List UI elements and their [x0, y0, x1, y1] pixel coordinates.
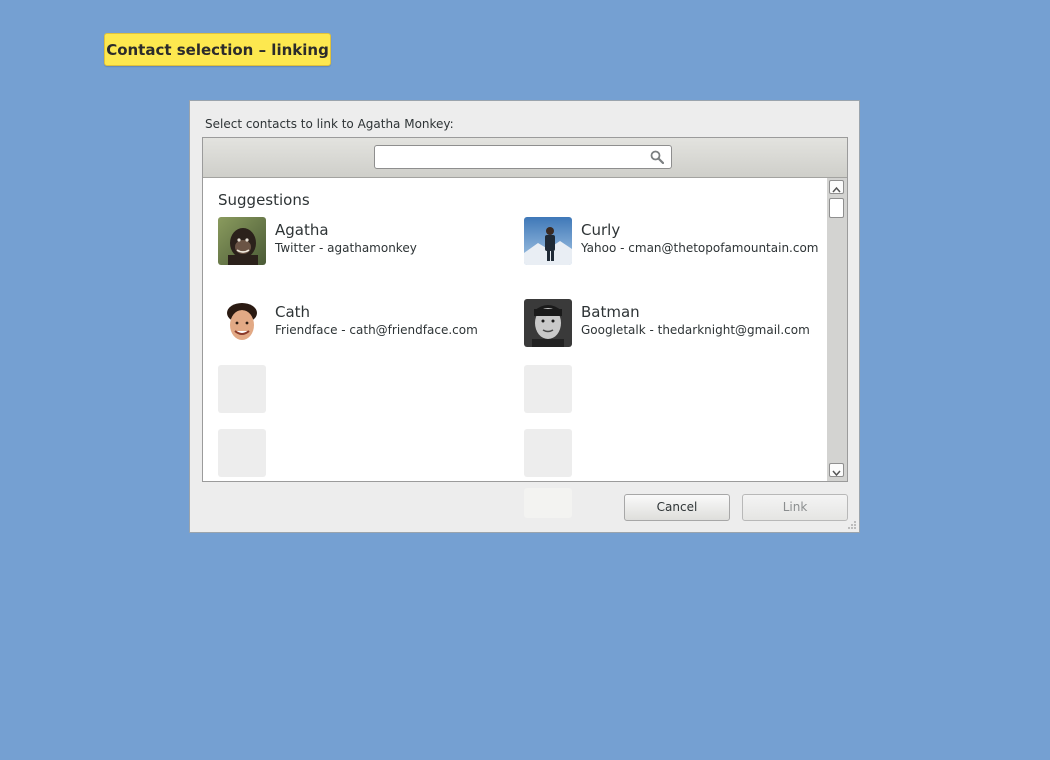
suggestions-heading: Suggestions — [218, 191, 310, 209]
contact-name: Agatha — [275, 221, 329, 239]
search-input[interactable] — [381, 148, 645, 168]
avatar-placeholder — [218, 365, 266, 413]
search-bar — [203, 138, 847, 178]
avatar — [218, 299, 266, 347]
avatar — [524, 217, 572, 265]
resize-grip-icon[interactable] — [847, 520, 857, 530]
avatar-placeholder — [524, 365, 572, 413]
contact-item-curly[interactable]: Curly Yahoo - cman@thetopofamountain.com — [524, 217, 824, 267]
contact-name: Batman — [581, 303, 640, 321]
scroll-thumb[interactable] — [829, 198, 844, 218]
contact-name: Curly — [581, 221, 621, 239]
contact-item-agatha[interactable]: Agatha Twitter - agathamonkey — [218, 217, 508, 267]
vertical-scrollbar[interactable] — [827, 178, 847, 481]
contact-item-cath[interactable]: Cath Friendface - cath@friendface.com — [218, 299, 508, 349]
chevron-down-icon — [832, 470, 841, 477]
avatar — [218, 217, 266, 265]
contact-chooser: Suggestions Agatha Twitter - agathamonke… — [202, 137, 848, 482]
avatar — [524, 299, 572, 347]
link-button[interactable]: Link — [742, 494, 848, 521]
contact-detail: Twitter - agathamonkey — [275, 241, 417, 255]
avatar-placeholder — [524, 429, 572, 477]
contact-item-batman[interactable]: Batman Googletalk - thedarknight@gmail.c… — [524, 299, 824, 349]
cancel-button[interactable]: Cancel — [624, 494, 730, 521]
contact-name: Cath — [275, 303, 311, 321]
search-field[interactable] — [374, 145, 672, 169]
avatar-placeholder — [218, 429, 266, 477]
contact-detail: Yahoo - cman@thetopofamountain.com — [581, 241, 819, 255]
scroll-down-button[interactable] — [829, 463, 844, 477]
search-icon[interactable] — [650, 150, 664, 164]
contact-detail: Googletalk - thedarknight@gmail.com — [581, 323, 810, 337]
scroll-up-button[interactable] — [829, 180, 844, 194]
contact-list: Suggestions Agatha Twitter - agathamonke… — [203, 178, 827, 481]
avatar-placeholder — [524, 488, 572, 518]
dialog-prompt: Select contacts to link to Agatha Monkey… — [205, 117, 454, 131]
chevron-up-icon — [832, 186, 841, 193]
link-contacts-dialog: Select contacts to link to Agatha Monkey… — [189, 100, 860, 533]
screen-label: Contact selection – linking — [104, 33, 331, 66]
contact-detail: Friendface - cath@friendface.com — [275, 323, 478, 337]
